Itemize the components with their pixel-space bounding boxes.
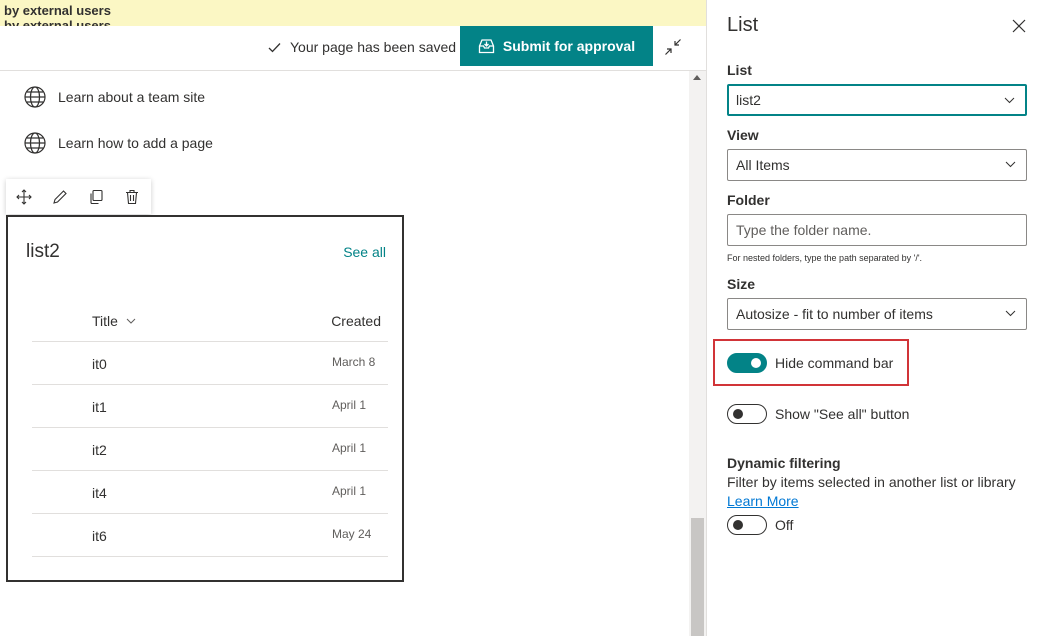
folder-hint: For nested folders, type the path separa… [727,253,923,263]
quicklink-label: Learn about a team site [58,89,206,105]
learn-more-link[interactable]: Learn More [727,493,799,509]
edit-icon [53,189,67,204]
submit-for-approval-button[interactable]: Submit for approval [460,26,653,66]
dynamic-filtering-toggle[interactable] [727,515,767,535]
delete-button[interactable] [114,179,150,214]
dynamic-filtering-description: Filter by items selected in another list… [727,474,1016,490]
list-dropdown[interactable]: list2 [727,84,1027,116]
pane-title: List [727,14,759,36]
table-header: Title Created [32,301,388,342]
table-row[interactable]: it0 March 8 [32,342,388,385]
quicklink-label: Learn how to add a page [58,135,213,151]
cell-created: May 24 [332,527,372,541]
folder-input[interactable] [727,214,1027,246]
collapse-button[interactable] [662,36,684,58]
banner-text-overflow: by external users [4,18,111,26]
external-users-banner: by external users by external users [0,0,706,26]
close-icon[interactable] [1011,18,1027,34]
toggle-knob [733,520,743,530]
view-field-label: View [727,127,759,143]
globe-icon [24,86,46,108]
table-row[interactable]: it2 April 1 [32,428,388,471]
list-field-label: List [727,62,752,78]
cell-title: it6 [92,528,107,544]
column-header-created[interactable]: Created [331,313,381,329]
duplicate-button[interactable] [78,179,114,214]
list-table: Title Created it0 March 8 it1 April 1 it… [32,301,388,557]
chevron-down-icon [1005,161,1016,168]
column-header-title[interactable]: Title [92,313,136,329]
save-status: Your page has been saved [268,39,456,55]
scroll-up-arrow-icon[interactable] [693,75,701,80]
submit-inbox-icon [478,39,495,54]
column-header-title-text: Title [92,313,118,329]
table-row[interactable]: it1 April 1 [32,385,388,428]
save-status-text: Your page has been saved [290,39,457,55]
dynamic-filtering-state: Off [775,517,794,533]
quicklink-add-page[interactable]: Learn how to add a page [24,132,213,154]
dynamic-filtering-title: Dynamic filtering [727,455,841,471]
edit-button[interactable] [42,179,78,214]
size-field-label: Size [727,276,756,292]
show-see-all-label: Show "See all" button [775,406,910,422]
delete-icon [126,189,138,204]
see-all-link[interactable]: See all [343,244,386,260]
folder-field-label: Folder [727,192,770,208]
submit-label: Submit for approval [502,38,636,54]
cell-title: it2 [92,442,107,458]
chevron-down-icon [1004,97,1015,104]
list-dropdown-value: list2 [736,92,761,108]
chevron-down-icon [126,318,136,324]
cell-created: April 1 [332,441,367,455]
view-dropdown[interactable]: All Items [727,149,1027,181]
cell-created: April 1 [332,484,367,498]
cell-created: April 1 [332,398,367,412]
checkmark-icon [268,42,281,52]
scrollbar-thumb[interactable] [691,518,704,636]
move-button[interactable] [6,179,42,214]
view-dropdown-value: All Items [736,157,790,173]
globe-icon [24,132,46,154]
size-dropdown-value: Autosize - fit to number of items [736,306,933,322]
table-row[interactable]: it4 April 1 [32,471,388,514]
cell-title: it1 [92,399,107,415]
quicklink-learn-team-site[interactable]: Learn about a team site [24,86,205,108]
show-see-all-toggle[interactable] [727,404,767,424]
duplicate-icon [90,189,103,204]
move-icon [16,188,32,205]
show-see-all-setting: Show "See all" button [727,404,909,424]
cell-title: it4 [92,485,107,501]
size-dropdown[interactable]: Autosize - fit to number of items [727,298,1027,330]
list-webpart[interactable]: list2 See all Title Created it0 March 8 … [6,215,404,582]
dynamic-filtering-setting: Off [727,515,793,535]
toggle-knob [733,409,743,419]
cell-created: March 8 [332,355,376,369]
webpart-toolbar [6,179,151,214]
banner-text: by external users [4,3,111,18]
page-scrollbar[interactable] [689,71,706,636]
page-command-bar: Your page has been saved Submit for appr… [0,26,706,71]
webpart-title: list2 [26,241,60,262]
highlight-box [713,339,909,386]
property-pane: List List list2 View All Items Folder Fo… [706,0,1039,636]
cell-title: it0 [92,356,107,372]
collapse-icon [665,39,681,55]
chevron-down-icon [1005,310,1016,317]
table-row[interactable]: it6 May 24 [32,514,388,557]
